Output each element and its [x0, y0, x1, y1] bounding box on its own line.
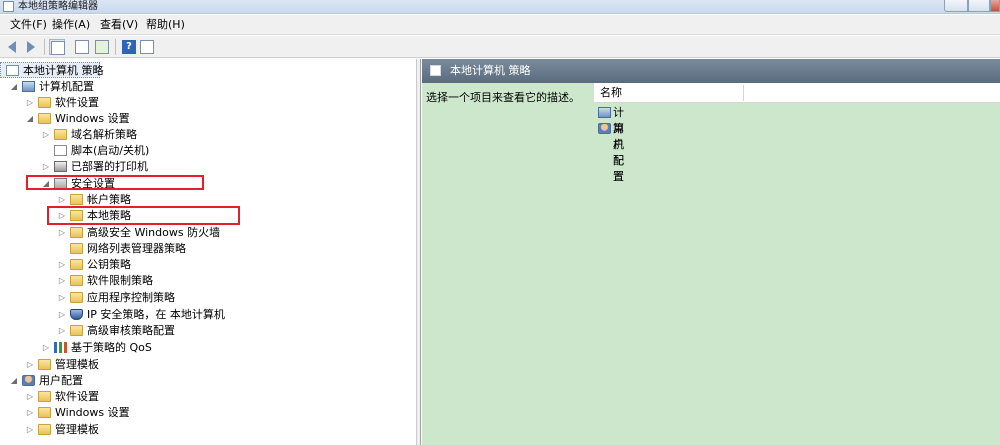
folder-icon — [70, 243, 83, 254]
folder-icon — [70, 259, 83, 270]
toolbar-separator — [44, 39, 45, 55]
app-icon — [3, 1, 14, 12]
expander-icon[interactable]: ▷ — [57, 257, 67, 273]
tree-item-local-computer-policy[interactable]: 本地计算机 策略 — [0, 62, 104, 78]
shield-icon — [70, 309, 83, 320]
menu-bar: 文件(F) 操作(A) 查看(V) 帮助(H) — [0, 15, 1000, 35]
policy-icon — [6, 65, 19, 76]
expander-icon[interactable]: ▷ — [57, 307, 67, 323]
expander-icon[interactable]: ▷ — [25, 422, 35, 438]
toolbar: ? — [0, 36, 1000, 58]
description-text: 选择一个项目来查看它的描述。 — [426, 91, 580, 104]
details-header-title: 本地计算机 策略 — [450, 64, 531, 77]
user-icon — [598, 123, 611, 134]
folder-icon — [54, 129, 67, 140]
pane-splitter[interactable] — [417, 59, 421, 445]
forward-arrow-icon[interactable] — [23, 39, 39, 55]
qos-icon — [54, 342, 67, 353]
expander-icon[interactable]: ▷ — [41, 127, 51, 143]
export-icon[interactable] — [94, 39, 110, 55]
back-arrow-icon[interactable] — [5, 39, 21, 55]
expander-icon[interactable]: ▷ — [57, 225, 67, 241]
show-tree-icon[interactable] — [49, 39, 65, 55]
maximize-button[interactable] — [968, 0, 990, 12]
window-title: 本地组策略编辑器 — [18, 1, 98, 12]
user-icon — [22, 375, 35, 386]
folder-icon — [38, 391, 51, 402]
expander-icon[interactable]: ▷ — [25, 389, 35, 405]
folder-icon — [38, 97, 51, 108]
folder-icon — [70, 325, 83, 336]
close-button[interactable] — [990, 0, 1000, 12]
folder-icon — [38, 407, 51, 418]
minimize-button[interactable] — [944, 0, 968, 12]
expander-icon[interactable]: ▷ — [57, 290, 67, 306]
toolbar-separator — [115, 39, 116, 55]
printer-icon — [54, 161, 67, 172]
expander-icon[interactable]: ▷ — [41, 159, 51, 175]
folder-icon — [70, 227, 83, 238]
highlight-box-local-policies — [47, 206, 240, 225]
expander-icon[interactable]: ▷ — [41, 340, 51, 356]
column-name[interactable]: 名称 — [600, 83, 622, 103]
expander-icon[interactable]: ▷ — [25, 95, 35, 111]
folder-icon — [38, 359, 51, 370]
computer-icon — [598, 107, 611, 118]
expander-icon[interactable]: ▷ — [57, 273, 67, 289]
computer-icon — [22, 81, 35, 92]
expander-icon[interactable]: ◢ — [25, 111, 35, 127]
folder-icon — [70, 292, 83, 303]
folder-icon — [70, 275, 83, 286]
expander-icon[interactable]: ◢ — [9, 373, 19, 389]
menu-help[interactable]: 帮助(H) — [142, 15, 189, 35]
title-bar: 本地组策略编辑器 — [0, 0, 1000, 14]
details-pane: 选择一个项目来查看它的描述。 名称 计算机配置 用户配置 — [422, 83, 1000, 445]
expander-icon[interactable]: ▷ — [25, 405, 35, 421]
policy-icon — [430, 65, 441, 76]
highlight-box-security-settings — [26, 175, 204, 190]
console-tree: 本地计算机 策略 ◢ 计算机配置 ▷ 软件设置 ◢ Windows 设置 ▷ 域… — [0, 59, 417, 445]
folder-icon — [38, 113, 51, 124]
document-icon — [54, 145, 67, 156]
properties-icon[interactable] — [74, 39, 90, 55]
help-icon[interactable]: ? — [121, 39, 137, 55]
folder-icon — [38, 424, 51, 435]
menu-file[interactable]: 文件(F) — [6, 15, 51, 35]
menu-action[interactable]: 操作(A) — [48, 15, 94, 35]
menu-view[interactable]: 查看(V) — [96, 15, 142, 35]
list-column-header: 名称 — [594, 83, 1000, 103]
expander-icon[interactable]: ▷ — [25, 357, 35, 373]
expander-icon[interactable]: ▷ — [57, 323, 67, 339]
expander-icon[interactable]: ◢ — [9, 79, 19, 95]
details-header: 本地计算机 策略 — [422, 59, 1000, 83]
folder-lock-icon — [70, 194, 83, 205]
view-icon[interactable] — [139, 39, 155, 55]
column-separator[interactable] — [743, 85, 744, 101]
